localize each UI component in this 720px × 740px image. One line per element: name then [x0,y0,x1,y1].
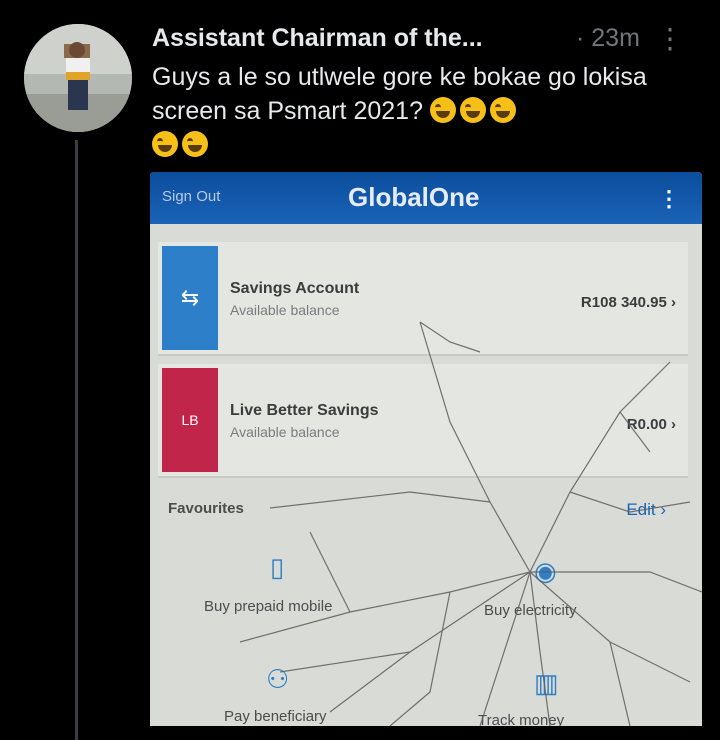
author-name[interactable]: Assistant Chairman of the... [152,24,483,53]
more-vertical-icon[interactable]: ⋮ [656,22,684,55]
laughing-emoji-icon [459,97,486,123]
tweet-body: Guys a le so utlwele gore ke bokae go lo… [152,63,647,125]
thread-line [75,140,78,740]
tweet-text: Guys a le so utlwele gore ke bokae go lo… [152,60,692,162]
tweet-header: Assistant Chairman of the... · 23m ⋮ [152,22,692,58]
screen-crack-lines [239,321,702,726]
laughing-emoji-icon [429,97,456,123]
tweet-photo[interactable]: Sign Out GlobalOne ⋮ ⇆ Savings Account A… [150,172,702,726]
laughing-emoji-icon [182,131,208,157]
laughing-emoji-icon [489,97,516,123]
author-avatar[interactable] [24,24,132,132]
timestamp[interactable]: · 23m [576,24,640,53]
laughing-emoji-icon [152,131,178,157]
